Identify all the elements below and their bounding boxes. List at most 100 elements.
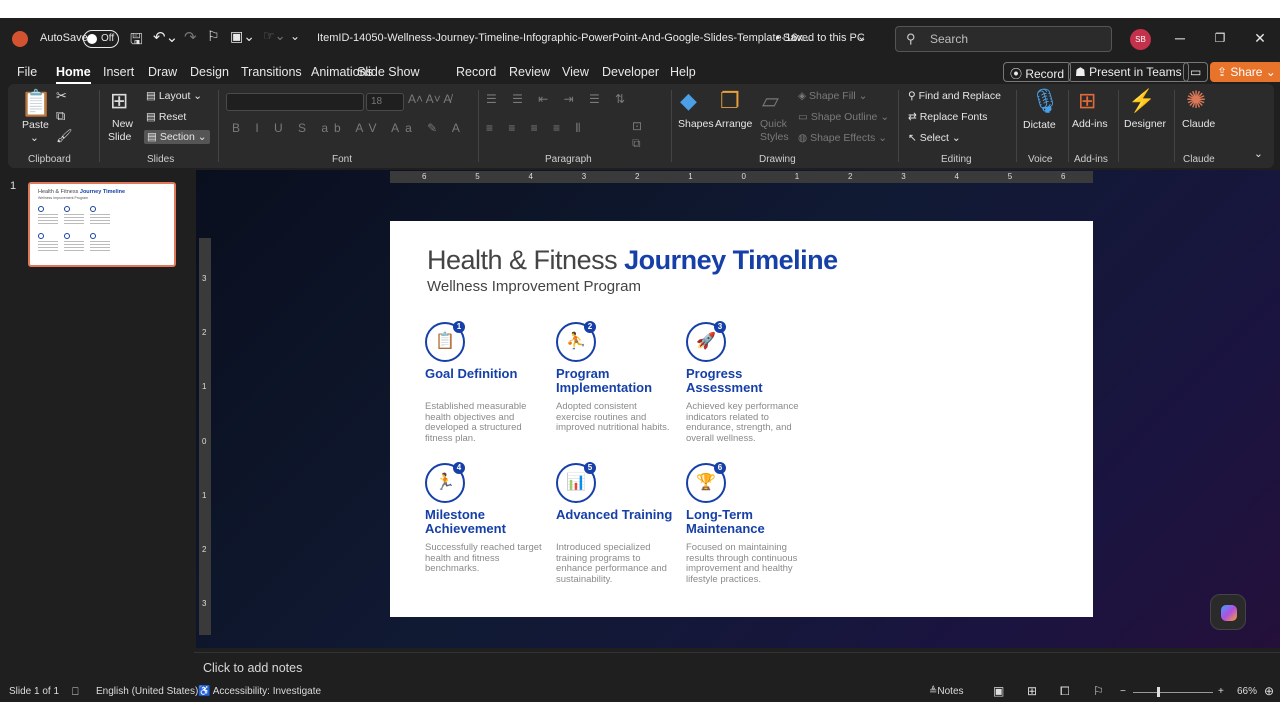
new-slide-icon[interactable]: ▣⌄: [230, 28, 255, 45]
find-replace-button[interactable]: ⚲ Find and Replace: [908, 90, 1001, 102]
new-slide-button[interactable]: New: [112, 118, 133, 130]
autosave-toggle[interactable]: Off: [83, 30, 119, 48]
smartart-icon[interactable]: ⧉: [632, 136, 641, 151]
addins-icon[interactable]: ⊞: [1078, 88, 1096, 114]
tab-home[interactable]: Home: [56, 65, 91, 84]
step-title: Goal Definition: [425, 366, 518, 381]
search-box[interactable]: ⚲ Search: [895, 26, 1112, 52]
shapes-button[interactable]: Shapes: [678, 118, 714, 130]
tab-transitions[interactable]: Transitions: [241, 65, 302, 79]
tab-view[interactable]: View: [562, 65, 589, 79]
reset-button[interactable]: ▤ Reset: [146, 111, 186, 123]
text-direction-icon[interactable]: ⊡: [632, 119, 642, 133]
undo-icon[interactable]: ↶⌄: [153, 28, 178, 46]
record-button[interactable]: ⦿ Record: [1003, 62, 1072, 82]
save-icon[interactable]: 🖫: [130, 29, 143, 54]
slide-subtitle[interactable]: Wellness Improvement Program: [427, 278, 641, 295]
present-in-teams-button[interactable]: ☗ Present in Teams: [1068, 62, 1189, 82]
document-title: ItemID-14050-Wellness-Journey-Timeline-I…: [317, 32, 813, 44]
divider: [671, 90, 672, 162]
redo-icon[interactable]: ↷: [184, 28, 197, 46]
normal-view-icon[interactable]: ▣: [993, 684, 1004, 698]
avatar[interactable]: SB: [1130, 29, 1151, 50]
arrange-button[interactable]: Arrange: [715, 118, 752, 130]
tab-developer[interactable]: Developer: [602, 65, 659, 79]
reading-view-icon[interactable]: ⧠: [1060, 684, 1070, 699]
notes-pane[interactable]: Click to add notes: [194, 652, 1280, 682]
fit-slide-icon[interactable]: ⊕: [1264, 684, 1274, 698]
tab-file[interactable]: File: [17, 65, 37, 79]
comments-icon[interactable]: ▭: [1183, 62, 1209, 82]
addins-button[interactable]: Add-ins: [1072, 118, 1108, 130]
shape-fill-button[interactable]: ◈ Shape Fill ⌄: [798, 90, 867, 102]
clipboard-icon: 📋: [435, 333, 455, 350]
zoom-slider-thumb[interactable]: [1157, 687, 1160, 697]
replace-fonts-button[interactable]: ⇄ Replace Fonts: [908, 111, 987, 123]
tab-help[interactable]: Help: [670, 65, 696, 79]
tab-insert[interactable]: Insert: [103, 65, 134, 79]
present-icon[interactable]: ⚐: [207, 28, 220, 45]
slide-title[interactable]: Health & Fitness Journey Timeline: [427, 245, 838, 276]
arrange-icon[interactable]: ❐: [720, 88, 740, 114]
shape-effects-button[interactable]: ◍ Shape Effects ⌄: [798, 132, 887, 144]
copy-icon[interactable]: ⧉: [56, 108, 65, 124]
tab-record[interactable]: Record: [456, 65, 496, 79]
close-icon[interactable]: ✕: [1250, 28, 1270, 48]
format-painter-icon[interactable]: 🖌: [56, 128, 73, 144]
share-button[interactable]: ⇪ Share ⌄: [1210, 62, 1280, 82]
layout-label: Layout: [158, 90, 191, 102]
zoom-out-icon[interactable]: −: [1120, 686, 1126, 697]
slide[interactable]: Health & Fitness Journey Timeline Wellne…: [390, 221, 1093, 617]
tab-design[interactable]: Design: [190, 65, 229, 79]
spellcheck-icon[interactable]: ⎕: [72, 686, 79, 699]
select-button[interactable]: ↖ Select ⌄: [908, 132, 961, 144]
tab-slide-show[interactable]: Slide Show: [357, 65, 420, 79]
paste-icon[interactable]: 📋: [20, 88, 52, 119]
claude-icon[interactable]: ✺: [1186, 86, 1206, 115]
designer-icon[interactable]: ⚡: [1128, 88, 1155, 114]
font-family-dropdown[interactable]: [226, 93, 364, 111]
tab-review[interactable]: Review: [509, 65, 550, 79]
ruler-tick-label: 3: [581, 172, 587, 181]
slide-thumbnail[interactable]: Health & Fitness Journey Timeline Wellne…: [28, 182, 176, 267]
cut-icon[interactable]: ✂: [56, 88, 67, 104]
font-size-dropdown[interactable]: 18: [366, 93, 404, 111]
quick-styles-button[interactable]: Quick: [760, 118, 787, 130]
rocket-icon: 🚀: [696, 333, 716, 350]
zoom-slider[interactable]: [1133, 692, 1213, 693]
alignment-buttons[interactable]: ≡ ≡ ≡ ≡ ⫴: [486, 121, 586, 136]
shapes-icon[interactable]: ◆: [680, 88, 697, 114]
copilot-icon[interactable]: [1210, 594, 1246, 630]
chevron-down-icon[interactable]: ⌄: [30, 132, 39, 144]
divider: [218, 90, 219, 162]
new-slide-icon[interactable]: ⊞: [110, 88, 128, 114]
claude-button[interactable]: Claude: [1182, 118, 1215, 130]
list-buttons[interactable]: ☰ ☰ ⇤ ⇥ ☰ ⇅: [486, 92, 631, 106]
notes-button[interactable]: ≜Notes: [929, 686, 964, 697]
minimize-icon[interactable]: ─: [1170, 28, 1190, 48]
slide-count[interactable]: Slide 1 of 1: [9, 686, 59, 697]
zoom-in-icon[interactable]: +: [1218, 686, 1224, 697]
quick-styles-icon[interactable]: ▱: [762, 88, 779, 114]
touch-mode-icon[interactable]: ☞⌄: [263, 28, 286, 44]
language-indicator[interactable]: English (United States): [96, 686, 198, 697]
dictate-button[interactable]: Dictate: [1023, 119, 1056, 131]
paste-button[interactable]: Paste: [22, 119, 49, 131]
tab-draw[interactable]: Draw: [148, 65, 177, 79]
chevron-down-icon[interactable]: ⌄: [857, 30, 866, 43]
zoom-level[interactable]: 66%: [1237, 686, 1257, 697]
font-format-buttons[interactable]: B I U S ab AV Aa ✎ A: [232, 121, 466, 135]
accessibility-indicator[interactable]: ♿ Accessibility: Investigate: [198, 686, 321, 697]
slide-sorter-icon[interactable]: ⊞: [1027, 684, 1037, 698]
collapse-ribbon-icon[interactable]: ⌄: [1254, 148, 1263, 160]
customize-toolbar-icon[interactable]: ⌄: [290, 29, 300, 43]
section-button[interactable]: ▤ Section ⌄: [144, 130, 210, 144]
font-size-buttons[interactable]: A˄ A˅ A̸: [408, 92, 451, 106]
designer-button[interactable]: Designer: [1124, 118, 1166, 130]
microphone-icon[interactable]: 🎙: [1030, 87, 1060, 116]
shape-outline-button[interactable]: ▭ Shape Outline ⌄: [798, 111, 889, 123]
slideshow-icon[interactable]: ⚐: [1093, 684, 1104, 698]
save-status[interactable]: • Saved to this PC: [776, 32, 865, 44]
restore-icon[interactable]: ❐: [1210, 28, 1230, 48]
layout-button[interactable]: ▤ Layout ⌄: [146, 90, 202, 102]
